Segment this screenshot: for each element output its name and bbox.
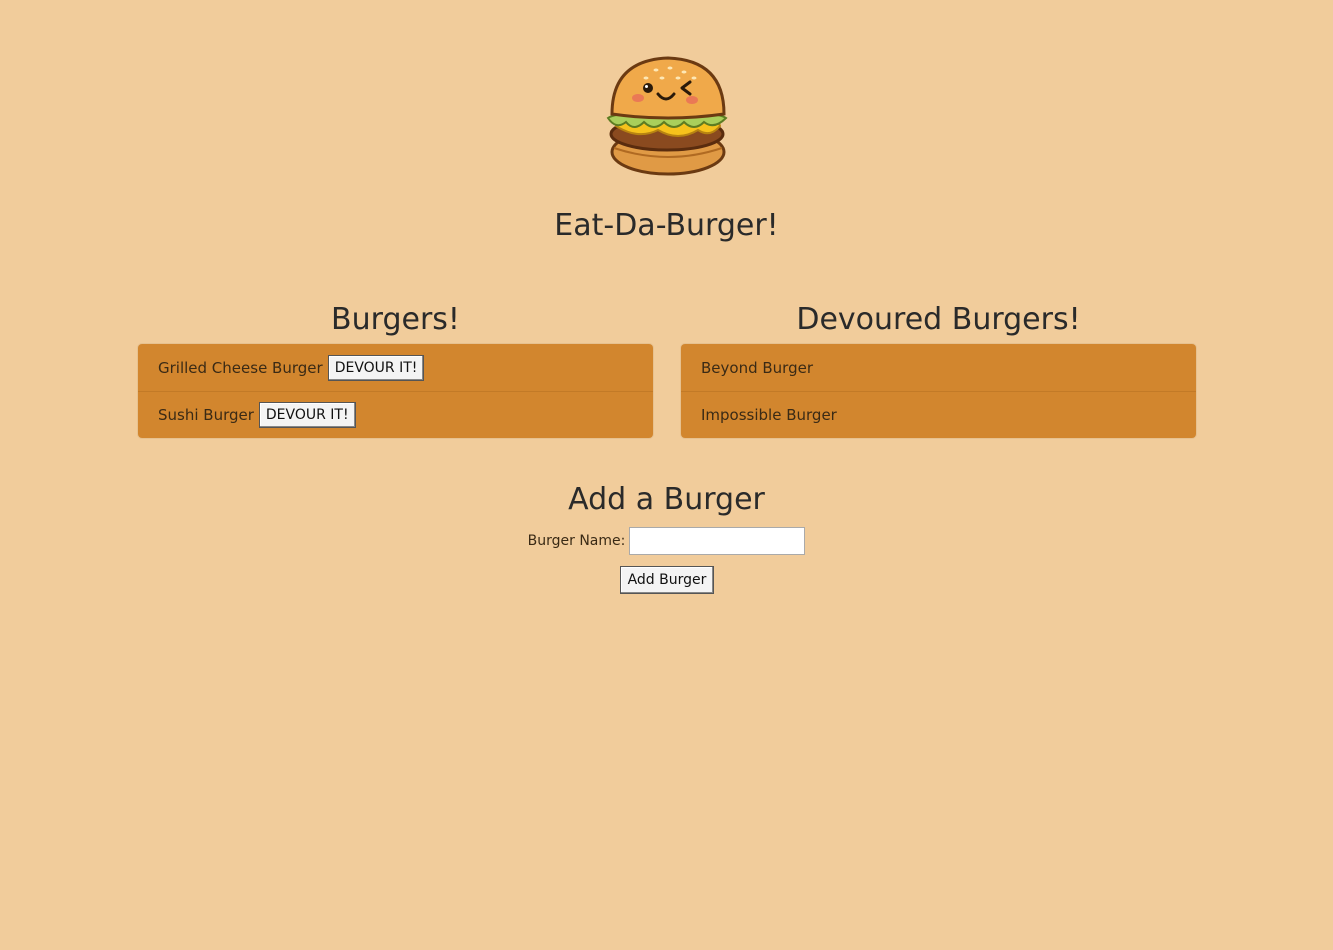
- burger-logo: [598, 48, 736, 180]
- devoured-list: Beyond Burger Impossible Burger: [681, 344, 1196, 438]
- add-burger-form: Burger Name:: [0, 527, 1333, 555]
- page-title: Eat-Da-Burger!: [554, 208, 779, 243]
- list-item: Beyond Burger: [681, 344, 1196, 391]
- burger-name: Grilled Cheese Burger: [158, 358, 323, 377]
- devour-button[interactable]: DEVOUR IT!: [258, 402, 356, 428]
- winking-burger-icon: [606, 56, 728, 176]
- devoured-burger-name: Impossible Burger: [701, 406, 837, 424]
- burger-name: Sushi Burger: [158, 406, 254, 424]
- devoured-column: Devoured Burgers! Beyond Burger Impossib…: [681, 296, 1196, 438]
- burgers-list: Grilled Cheese Burger DEVOUR IT! Sushi B…: [138, 344, 653, 438]
- devoured-burger-name: Beyond Burger: [701, 358, 813, 377]
- burger-name-label: Burger Name:: [527, 533, 626, 549]
- list-item: Sushi Burger DEVOUR IT!: [138, 391, 653, 438]
- add-burger-button[interactable]: Add Burger: [620, 566, 714, 594]
- devour-button[interactable]: DEVOUR IT!: [327, 354, 425, 381]
- list-item: Impossible Burger: [681, 391, 1196, 438]
- burgers-column: Burgers! Grilled Cheese Burger DEVOUR IT…: [138, 296, 653, 438]
- devoured-heading: Devoured Burgers!: [796, 302, 1081, 337]
- burgers-heading: Burgers!: [331, 302, 460, 337]
- list-item: Grilled Cheese Burger DEVOUR IT!: [138, 344, 653, 391]
- add-burger-heading: Add a Burger: [568, 482, 765, 517]
- burger-name-input[interactable]: [629, 527, 806, 555]
